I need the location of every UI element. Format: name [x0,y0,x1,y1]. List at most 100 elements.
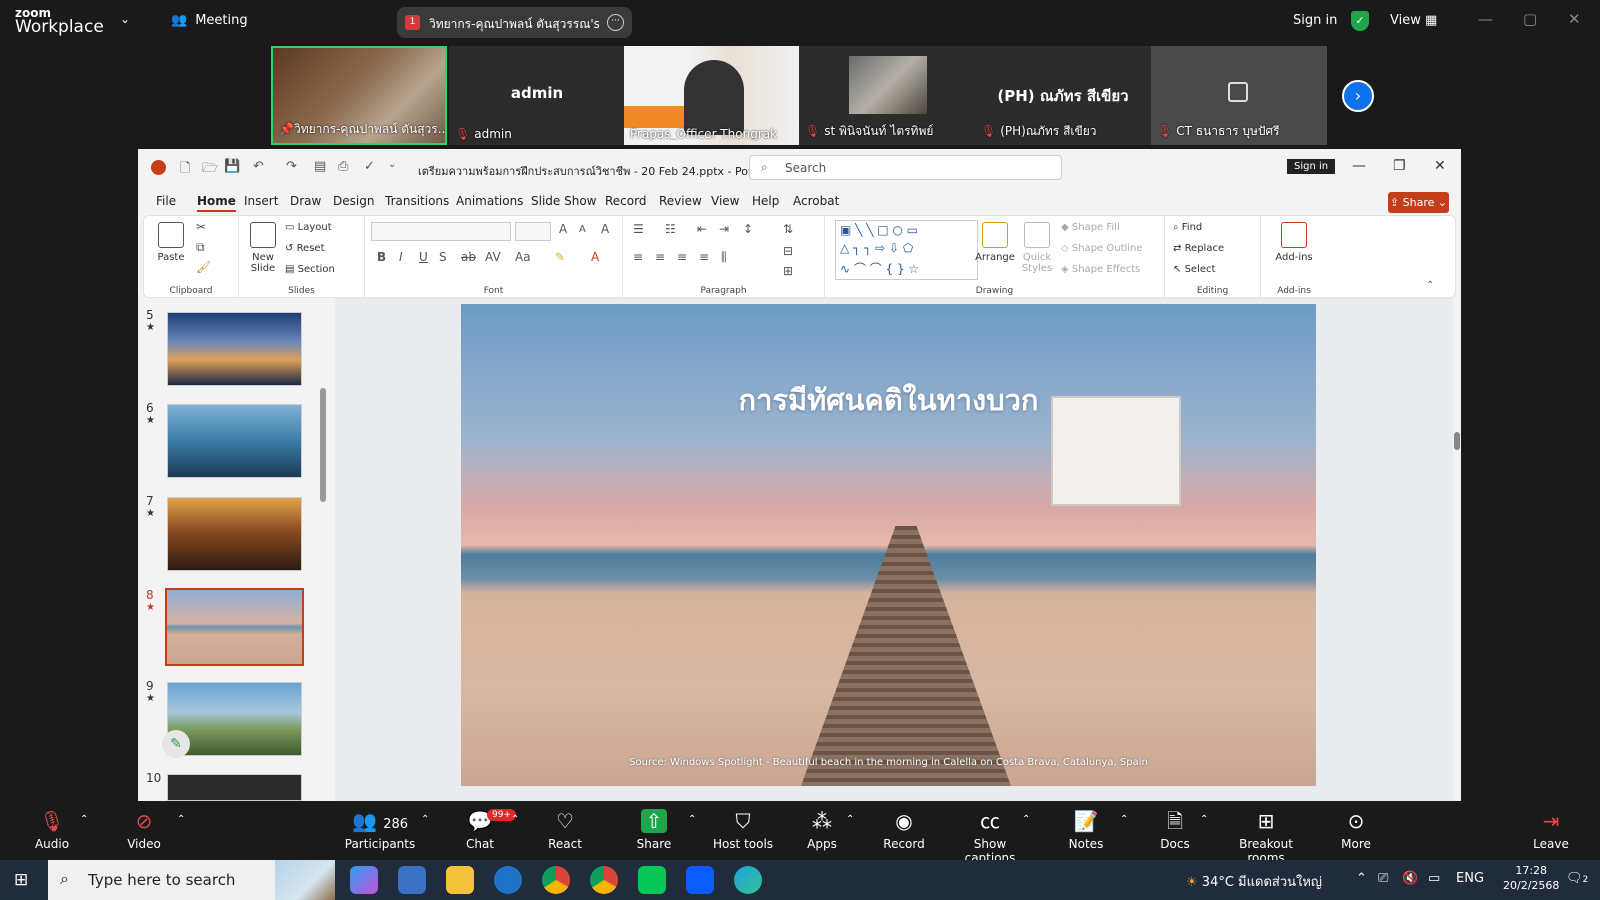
tab-record[interactable]: Record [605,194,646,208]
tab-insert[interactable]: Insert [244,194,278,208]
docs-button[interactable]: 🗎 Docs [1157,801,1193,860]
restore-icon[interactable]: ▢ [1523,10,1537,28]
align-text-icon[interactable]: ⊟ [783,244,793,258]
increase-indent-icon[interactable]: ⇥ [719,222,729,236]
show-captions-button[interactable]: ㏄ Show captions [950,801,1030,865]
participants-options-caret[interactable]: ⌃ [421,814,429,825]
font-size-dropdown[interactable] [515,222,551,241]
chrome-profile-icon[interactable] [590,866,618,894]
shapes-gallery[interactable]: ▣ ╲ ╲ □ ○ ▭ △ ┐ ┐ ⇨ ⇩ ⬠ ∿ ⌒ ⌒ { } ☆ [835,220,978,280]
chat-options-caret[interactable]: ⌃ [511,814,519,825]
undo-icon[interactable]: ↶ [253,159,264,174]
collapse-ribbon-icon[interactable]: ⌃ [1426,280,1434,291]
arrange-button[interactable]: Arrange [975,222,1015,263]
slide-scrollbar[interactable] [1453,298,1461,801]
more-icon[interactable]: ··· [607,14,624,31]
slide-thumbnail[interactable] [167,404,302,478]
captions-options-caret[interactable]: ⌃ [1022,814,1030,825]
video-button[interactable]: ⊘ Video [120,801,168,860]
windows-start-icon[interactable]: ⊞ [14,870,28,890]
spelling-icon[interactable]: ✓ [364,159,375,174]
audio-options-caret[interactable]: ⌃ [80,814,88,825]
meeting-button[interactable]: 👥 Meeting [163,13,248,28]
scrollbar-thumb[interactable] [1454,432,1460,450]
tab-file[interactable]: File [156,194,176,208]
more-button[interactable]: ⊙ More [1336,801,1376,860]
tab-acrobat[interactable]: Acrobat [793,194,839,208]
language-indicator[interactable]: ENG [1456,871,1484,886]
video-tile[interactable]: Prapas_Officer Thongrak [624,46,800,145]
shield-icon[interactable]: ✓ [1351,11,1369,31]
slide-thumbnail[interactable] [167,312,302,386]
apps-options-caret[interactable]: ⌃ [846,814,854,825]
annotate-pencil-icon[interactable]: ✎ [162,730,190,758]
text-direction-icon[interactable]: ⇅ [783,222,793,236]
chrome-icon[interactable] [542,866,570,894]
thumbnail-scrollbar[interactable] [320,388,326,502]
notification-icon[interactable]: 🗨2 [1566,871,1588,886]
open-folder-icon[interactable]: 🗁 [202,159,218,181]
present-icon[interactable]: ▤ [314,159,326,174]
smartart-icon[interactable]: ⊞ [783,264,793,278]
apps-button[interactable]: ⁂ Apps [802,801,842,860]
decrease-indent-icon[interactable]: ⇤ [697,222,707,236]
reset-button[interactable]: ↺ Reset [285,243,325,254]
participants-button[interactable]: 👥 286 Participants [338,801,422,860]
minimize-icon[interactable]: — [1478,10,1493,28]
save-icon[interactable]: 💾 [224,159,240,174]
audio-button[interactable]: 🎙 Audio [30,801,74,860]
minimize-icon[interactable]: — [1352,158,1366,174]
weather-widget[interactable]: ☀ 34°C มีแดดส่วนใหญ่ [1186,871,1322,892]
bold-icon[interactable]: B [377,250,386,264]
underline-icon[interactable]: U [419,250,428,264]
strikethrough-icon[interactable]: ab [461,250,476,264]
print-icon[interactable]: ⎙ [338,159,348,174]
video-options-caret[interactable]: ⌃ [177,814,185,825]
volume-icon[interactable]: 🔇 [1402,871,1418,886]
align-left-icon[interactable]: ≡ [633,250,643,264]
columns-icon[interactable]: ⫼ [721,250,727,265]
react-button[interactable]: ♡ React [545,801,585,860]
restore-icon[interactable]: ❐ [1393,158,1406,174]
new-file-icon[interactable]: 🗋 [180,159,190,181]
share-options-caret[interactable]: ⌃ [688,814,696,825]
copilot-icon[interactable] [350,866,378,894]
next-page-button[interactable]: › [1342,80,1374,112]
screen-share-pill[interactable]: 1 วิทยากร-คุณปาพลน์ ตันสุวรรณ's scre ··· [397,7,632,38]
video-tile[interactable]: 🎙 CT ธนาธาร บุษปัศรี [1151,46,1327,145]
record-button[interactable]: ◉ Record [880,801,928,860]
leave-button[interactable]: ⇥ Leave [1530,801,1572,860]
network-icon[interactable]: ⎚ [1378,871,1388,886]
shrink-font-icon[interactable]: A [579,224,586,235]
docs-options-caret[interactable]: ⌃ [1200,814,1208,825]
view-button[interactable]: View ▦ [1390,13,1437,28]
zoom-app-icon[interactable] [686,866,714,894]
internet-explorer-icon[interactable] [494,866,522,894]
shape-effects-button[interactable]: ◈ Shape Effects [1061,264,1140,275]
customize-icon[interactable]: ⌄ [388,159,396,170]
section-button[interactable]: ▤ Section [285,264,335,275]
paste-button[interactable]: Paste [154,222,188,263]
shape-outline-button[interactable]: ◇ Shape Outline [1061,243,1143,254]
replace-button[interactable]: ⇄ Replace [1173,243,1224,254]
cut-icon[interactable]: ✂ [196,220,206,234]
line-icon[interactable] [638,866,666,894]
video-tile[interactable]: 🎙 st พินิจนันท์ ไตรทิพย์ [799,46,975,145]
tab-slide-show[interactable]: Slide Show [531,194,596,208]
align-center-icon[interactable]: ≡ [655,250,665,264]
change-case-icon[interactable]: Aa [515,250,531,264]
notes-options-caret[interactable]: ⌃ [1120,814,1128,825]
tab-animations[interactable]: Animations [456,194,523,208]
copy-icon[interactable]: ⧉ [196,240,205,255]
video-tile[interactable]: admin 🎙 admin [449,46,625,145]
tab-design[interactable]: Design [333,194,374,208]
quick-styles-button[interactable]: Quick Styles [1017,222,1057,274]
line-spacing-icon[interactable]: ↕ [743,222,753,236]
shape-fill-button[interactable]: ◆ Shape Fill [1061,222,1120,233]
share-button[interactable]: ⇪ Share ⌄ [1388,192,1449,213]
taskbar-search[interactable]: ⌕ Type here to search [48,860,335,900]
slide-thumbnail[interactable] [167,774,302,801]
video-tile[interactable]: (PH) ณภัทร สีเขียว 🎙 (PH)ณภัทร สีเขียว [975,46,1151,145]
format-painter-icon[interactable]: 🖌 [196,260,211,274]
ppt-sign-in-button[interactable]: Sign in [1287,159,1336,174]
